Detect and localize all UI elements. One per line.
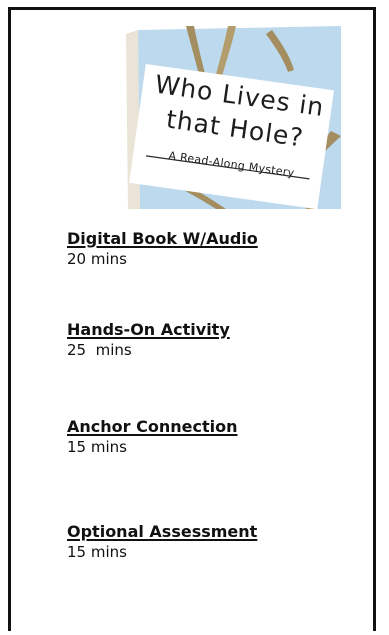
activity-title: Digital Book W/Audio [67, 229, 258, 248]
activity-duration: 15 mins [67, 438, 127, 456]
activity-optional-assessment: Optional Assessment 15 mins [67, 522, 357, 562]
book-cover-art [126, 26, 341, 209]
activity-anchor-connection: Anchor Connection 15 mins [67, 417, 357, 457]
activity-title: Hands-On Activity [67, 320, 230, 339]
activity-digital-book: Digital Book W/Audio 20 mins [67, 229, 357, 269]
book-cover-image[interactable]: Who Lives in that Hole? A Read-Along Mys… [116, 26, 341, 209]
activity-duration: 15 mins [67, 543, 127, 561]
activity-title: Anchor Connection [67, 417, 238, 436]
activity-hands-on: Hands-On Activity 25 mins [67, 320, 357, 360]
activity-duration: 25 mins [67, 341, 132, 359]
activity-title: Optional Assessment [67, 522, 258, 541]
activity-duration: 20 mins [67, 250, 127, 268]
